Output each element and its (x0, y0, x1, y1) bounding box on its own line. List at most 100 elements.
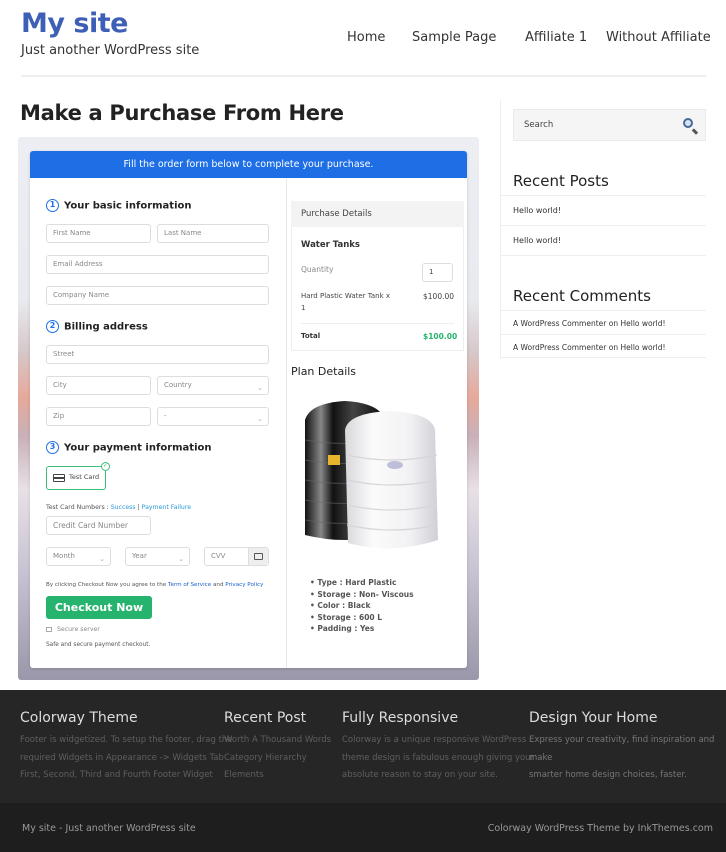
city-input[interactable]: City (46, 376, 151, 395)
cvv-placeholder: CVV (211, 552, 226, 560)
divider (501, 225, 706, 226)
divider (501, 357, 706, 358)
test-numbers-label: Test Card Numbers : (46, 504, 109, 511)
quantity-input[interactable]: 1 (422, 263, 453, 282)
divider (501, 255, 706, 256)
test-card-label: Test Card (69, 473, 100, 481)
nav-affiliate-1[interactable]: Affiliate 1 (525, 30, 587, 45)
secure-server-label: Secure server (57, 626, 100, 633)
search-handle (692, 128, 699, 135)
terms-link[interactable]: Term of Service (168, 582, 211, 588)
comment-author-link[interactable]: A WordPress Commenter (513, 343, 606, 352)
footer-link[interactable]: Category Hierarchy (224, 750, 331, 768)
credit-card-input[interactable]: Credit Card Number (46, 516, 151, 535)
month-select-value: Month (53, 552, 75, 560)
plan-feature: • Storage : 600 L (310, 612, 383, 622)
footer-link[interactable]: Worth A Thousand Words (224, 732, 331, 750)
last-name-input[interactable]: Last Name (157, 224, 269, 243)
section-title: Billing address (64, 321, 148, 333)
payment-failure-link[interactable]: Payment Failure (142, 504, 191, 511)
plan-features-list: • Type : Hard Plastic • Storage : Non- V… (310, 577, 414, 635)
page-title: Make a Purchase From Here (20, 101, 344, 125)
footer-column-text: Footer is widgetized. To setup the foote… (20, 732, 233, 785)
step-number-2: 2 (46, 320, 59, 333)
chevron-down-icon: ⌄ (178, 555, 184, 563)
company-input[interactable]: Company Name (46, 286, 269, 305)
credit-card-icon (53, 474, 65, 482)
test-card-numbers: Test Card Numbers : Success | Payment Fa… (46, 504, 191, 511)
plan-feature: • Storage : Non- Viscous (310, 589, 414, 599)
product-image (300, 395, 445, 555)
recent-post-link[interactable]: Hello world! (513, 206, 561, 215)
first-name-input[interactable]: First Name (46, 224, 151, 243)
check-icon: ✓ (101, 462, 110, 471)
footer-column-text: Express your creativity, find inspiratio… (529, 732, 726, 785)
footer-line: First, Second, Third and Fourth Footer W… (20, 770, 213, 780)
footer-line: Footer is widgetized. To setup the foote… (20, 735, 233, 745)
lock-icon (46, 626, 52, 632)
separator: | (137, 504, 140, 511)
country-select-value: Country (164, 381, 192, 389)
comment-post-link[interactable]: Hello world! (620, 343, 665, 352)
comment-on: on (608, 343, 619, 352)
item-price: $100.00 (423, 292, 455, 301)
plan-details-heading: Plan Details (291, 365, 357, 378)
footer-line: required Widgets in Appearance -> Widget… (20, 752, 224, 763)
chevron-down-icon: ⌄ (257, 415, 263, 423)
site-title[interactable]: My site (21, 8, 128, 39)
header-divider (21, 75, 706, 77)
recent-posts-title: Recent Posts (513, 172, 609, 190)
cvv-input[interactable]: CVV (204, 547, 269, 566)
success-link[interactable]: Success (111, 504, 136, 511)
total-label: Total (301, 332, 321, 340)
site-tagline: Just another WordPress site (21, 43, 200, 58)
comment-post-link[interactable]: Hello world! (620, 319, 665, 328)
search-placeholder: Search (524, 120, 554, 130)
chevron-down-icon: ⌄ (257, 384, 263, 392)
footer-site-credit[interactable]: My site - Just another WordPress site (22, 823, 196, 834)
divider (501, 310, 706, 311)
footer-title: Design Your Home (529, 710, 658, 726)
secure-server: Secure server (46, 626, 100, 633)
agree-text: By clicking Checkout Now you agree to th… (46, 582, 167, 588)
street-input[interactable]: Street (46, 345, 269, 364)
email-input[interactable]: Email Address (46, 255, 269, 274)
recent-post-link[interactable]: Hello world! (513, 236, 561, 245)
form-banner: Fill the order form below to complete yo… (30, 151, 467, 178)
section-basic-info-heading: 1 Your basic information (46, 199, 192, 212)
footer-title: Colorway Theme (20, 710, 138, 726)
section-title: Your payment information (64, 442, 212, 454)
nav-home[interactable]: Home (347, 30, 385, 45)
nav-sample-page[interactable]: Sample Page (412, 30, 496, 45)
footer-theme-credit[interactable]: Colorway WordPress Theme by InkThemes.co… (488, 823, 713, 834)
search-icon[interactable] (683, 118, 699, 135)
test-card-option[interactable]: Test Card ✓ (46, 462, 110, 490)
chevron-down-icon: ⌄ (99, 555, 105, 563)
safe-checkout-text: Safe and secure payment checkout. (46, 642, 151, 648)
checkout-now-button[interactable]: Checkout Now (46, 596, 152, 619)
nav-without-affiliate[interactable]: Without Affiliate (606, 30, 711, 45)
zip-input[interactable]: Zip (46, 407, 151, 426)
state-select-value: - (164, 412, 167, 420)
divider (501, 195, 706, 196)
section-title: Your basic information (64, 200, 192, 212)
comment-author-link[interactable]: A WordPress Commenter (513, 319, 606, 328)
privacy-link[interactable]: Privacy Policy (225, 582, 263, 588)
step-number-1: 1 (46, 199, 59, 212)
month-select[interactable]: Month ⌄ (46, 547, 111, 566)
cvv-card-icon (248, 548, 268, 565)
country-select[interactable]: Country ⌄ (157, 376, 269, 395)
recent-comment: A WordPress Commenter on Hello world! (513, 319, 666, 328)
item-qty: 1 (301, 304, 306, 312)
search-input[interactable]: Search (513, 109, 706, 141)
and-text: and (212, 582, 224, 588)
footer-line: smarter home design choices, faster. (529, 770, 687, 780)
plan-feature: • Color : Black (310, 601, 371, 610)
footer-link[interactable]: Elements (224, 767, 331, 785)
card-glyph (254, 553, 263, 560)
item-name: Hard Plastic Water Tank x (301, 292, 391, 300)
year-select[interactable]: Year ⌄ (125, 547, 190, 566)
divider (501, 334, 706, 335)
total-value: $100.00 (423, 332, 458, 341)
state-select[interactable]: - ⌄ (157, 407, 269, 426)
